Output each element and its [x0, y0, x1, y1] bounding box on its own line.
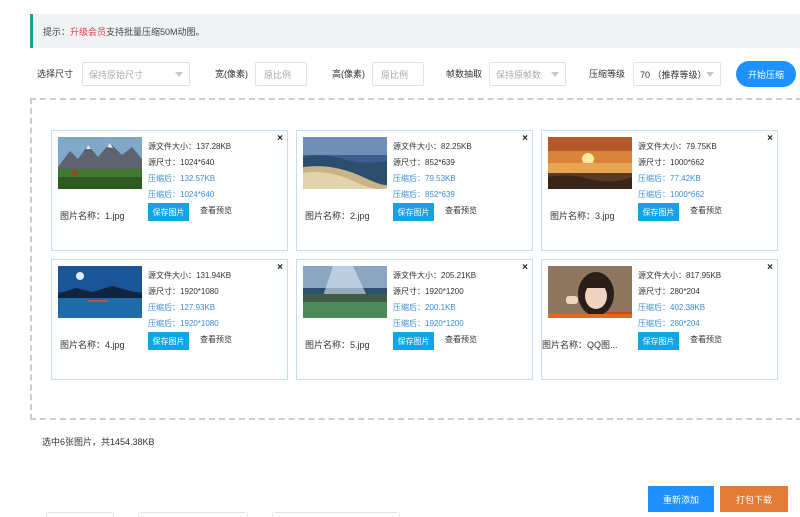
- image-info: 源文件大小：137.28KB 源尺寸：1024*640 压缩后：132.57KB…: [148, 139, 231, 203]
- frame-select-value: 保持原帧数: [496, 69, 542, 80]
- source-dimensions: 源尺寸：1024*640: [148, 158, 215, 167]
- image-info: 源文件大小：82.25KB 源尺寸：852*639 压缩后：79.53KB 压缩…: [393, 139, 472, 203]
- close-icon[interactable]: ×: [277, 262, 283, 273]
- save-image-button[interactable]: 保存图片: [638, 332, 679, 350]
- image-name: 图片名称：5.jpg: [305, 340, 370, 350]
- image-thumbnail[interactable]: [303, 266, 387, 318]
- size-select[interactable]: 保持原始尺寸: [82, 62, 190, 86]
- download-zip-button[interactable]: 打包下载: [720, 486, 788, 512]
- frame-label: 帧数抽取: [446, 68, 483, 79]
- source-dimensions: 源尺寸：280*204: [638, 287, 700, 296]
- source-size: 源文件大小：79.75KB: [638, 142, 717, 151]
- preview-link[interactable]: 查看预览: [690, 205, 722, 216]
- source-dimensions: 源尺寸：1920*1080: [148, 287, 219, 296]
- selection-summary: 选中6张图片，共1454.38KB: [42, 437, 155, 447]
- frame-select[interactable]: 保持原帧数: [489, 62, 566, 86]
- preview-link[interactable]: 查看预览: [200, 205, 232, 216]
- partial-button: [138, 512, 248, 517]
- source-size: 源文件大小：817.95KB: [638, 271, 722, 280]
- close-icon[interactable]: ×: [277, 133, 283, 144]
- width-label: 宽(像素): [215, 68, 248, 79]
- compressed-dimensions: 压缩后：852*639: [393, 190, 455, 199]
- save-image-button[interactable]: 保存图片: [148, 332, 189, 350]
- source-dimensions: 源尺寸：1920*1200: [393, 287, 464, 296]
- compressed-size: 压缩后：77.42KB: [638, 174, 701, 183]
- source-size: 源文件大小：131.94KB: [148, 271, 232, 280]
- image-name: 图片名称：4.jpg: [60, 340, 125, 350]
- close-icon[interactable]: ×: [522, 133, 528, 144]
- height-label: 高(像素): [332, 68, 365, 79]
- image-card: × 源文件大小：137.28KB 源尺寸：1024*640 压缩后：132.57…: [51, 130, 288, 251]
- preview-link[interactable]: 查看预览: [690, 334, 722, 345]
- readd-button[interactable]: 重新添加: [648, 486, 714, 512]
- level-label: 压缩等级: [589, 68, 626, 79]
- source-dimensions: 源尺寸：1000*662: [638, 158, 705, 167]
- partial-button: [272, 512, 400, 517]
- chevron-down-icon: [706, 72, 714, 77]
- compressed-dimensions: 压缩后：1920*1080: [148, 319, 219, 328]
- image-info: 源文件大小：79.75KB 源尺寸：1000*662 压缩后：77.42KB 压…: [638, 139, 717, 203]
- image-card: × 源文件大小：817.95KB 源尺寸：280*204 压缩后：402.38K…: [541, 259, 778, 380]
- partial-button: [46, 512, 114, 517]
- close-icon[interactable]: ×: [767, 133, 773, 144]
- level-select-value: 70 （推荐等级）: [640, 69, 707, 80]
- compressed-size: 压缩后：402.38KB: [638, 303, 706, 312]
- image-thumbnail[interactable]: [303, 137, 387, 189]
- size-select-value: 保持原始尺寸: [89, 69, 144, 80]
- image-thumbnail[interactable]: [548, 137, 632, 189]
- preview-link[interactable]: 查看预览: [200, 334, 232, 345]
- image-thumbnail[interactable]: [548, 266, 632, 318]
- compressed-dimensions: 压缩后：280*204: [638, 319, 700, 328]
- image-name: 图片名称：2.jpg: [305, 211, 370, 221]
- notice-text: 支持批量压缩50M动图。: [106, 26, 205, 37]
- image-name: 图片名称：3.jpg: [550, 211, 615, 221]
- compressed-size: 压缩后：127.93KB: [148, 303, 216, 312]
- save-image-button[interactable]: 保存图片: [638, 203, 679, 221]
- chevron-down-icon: [551, 72, 559, 77]
- compressed-dimensions: 压缩后：1920*1200: [393, 319, 464, 328]
- image-card: × 源文件大小：82.25KB 源尺寸：852*639 压缩后：79.53KB …: [296, 130, 533, 251]
- upgrade-vip-link[interactable]: 升级会员: [70, 25, 106, 38]
- size-label: 选择尺寸: [37, 68, 74, 79]
- options-toolbar: 选择尺寸 保持原始尺寸 宽(像素) 原比例 高(像素) 原比例 帧数抽取 保持原…: [0, 60, 800, 88]
- preview-link[interactable]: 查看预览: [445, 334, 477, 345]
- preview-link[interactable]: 查看预览: [445, 205, 477, 216]
- source-size: 源文件大小：82.25KB: [393, 142, 472, 151]
- image-info: 源文件大小：817.95KB 源尺寸：280*204 压缩后：402.38KB …: [638, 268, 721, 332]
- close-icon[interactable]: ×: [522, 262, 528, 273]
- image-card: × 源文件大小：131.94KB 源尺寸：1920*1080 压缩后：127.9…: [51, 259, 288, 380]
- image-thumbnail[interactable]: [58, 266, 142, 318]
- compressed-size: 压缩后：132.57KB: [148, 174, 216, 183]
- chevron-down-icon: [175, 72, 183, 77]
- save-image-button[interactable]: 保存图片: [393, 332, 434, 350]
- image-info: 源文件大小：205.21KB 源尺寸：1920*1200 压缩后：200.1KB…: [393, 268, 476, 332]
- source-size: 源文件大小：205.21KB: [393, 271, 477, 280]
- notice-bar: 提示： 升级会员 支持批量压缩50M动图。: [30, 14, 800, 48]
- start-compress-button[interactable]: 开始压缩: [736, 61, 796, 87]
- width-input[interactable]: 原比例: [255, 62, 307, 86]
- notice-prefix: 提示：: [43, 26, 71, 37]
- image-name: 图片名称：1.jpg: [60, 211, 125, 221]
- image-card: × 源文件大小：79.75KB 源尺寸：1000*662 压缩后：77.42KB…: [541, 130, 778, 251]
- save-image-button[interactable]: 保存图片: [393, 203, 434, 221]
- close-icon[interactable]: ×: [767, 262, 773, 273]
- image-name: 图片名称：QQ图...: [542, 340, 618, 350]
- compressed-size: 压缩后：79.53KB: [393, 174, 456, 183]
- image-card: × 源文件大小：205.21KB 源尺寸：1920*1200 压缩后：200.1…: [296, 259, 533, 380]
- image-info: 源文件大小：131.94KB 源尺寸：1920*1080 压缩后：127.93K…: [148, 268, 231, 332]
- compressed-size: 压缩后：200.1KB: [393, 303, 456, 312]
- compressed-dimensions: 压缩后：1024*640: [148, 190, 215, 199]
- level-select[interactable]: 70 （推荐等级）: [633, 62, 721, 86]
- compressed-dimensions: 压缩后：1000*662: [638, 190, 705, 199]
- image-thumbnail[interactable]: [58, 137, 142, 189]
- source-dimensions: 源尺寸：852*639: [393, 158, 455, 167]
- save-image-button[interactable]: 保存图片: [148, 203, 189, 221]
- source-size: 源文件大小：137.28KB: [148, 142, 232, 151]
- height-input[interactable]: 原比例: [372, 62, 424, 86]
